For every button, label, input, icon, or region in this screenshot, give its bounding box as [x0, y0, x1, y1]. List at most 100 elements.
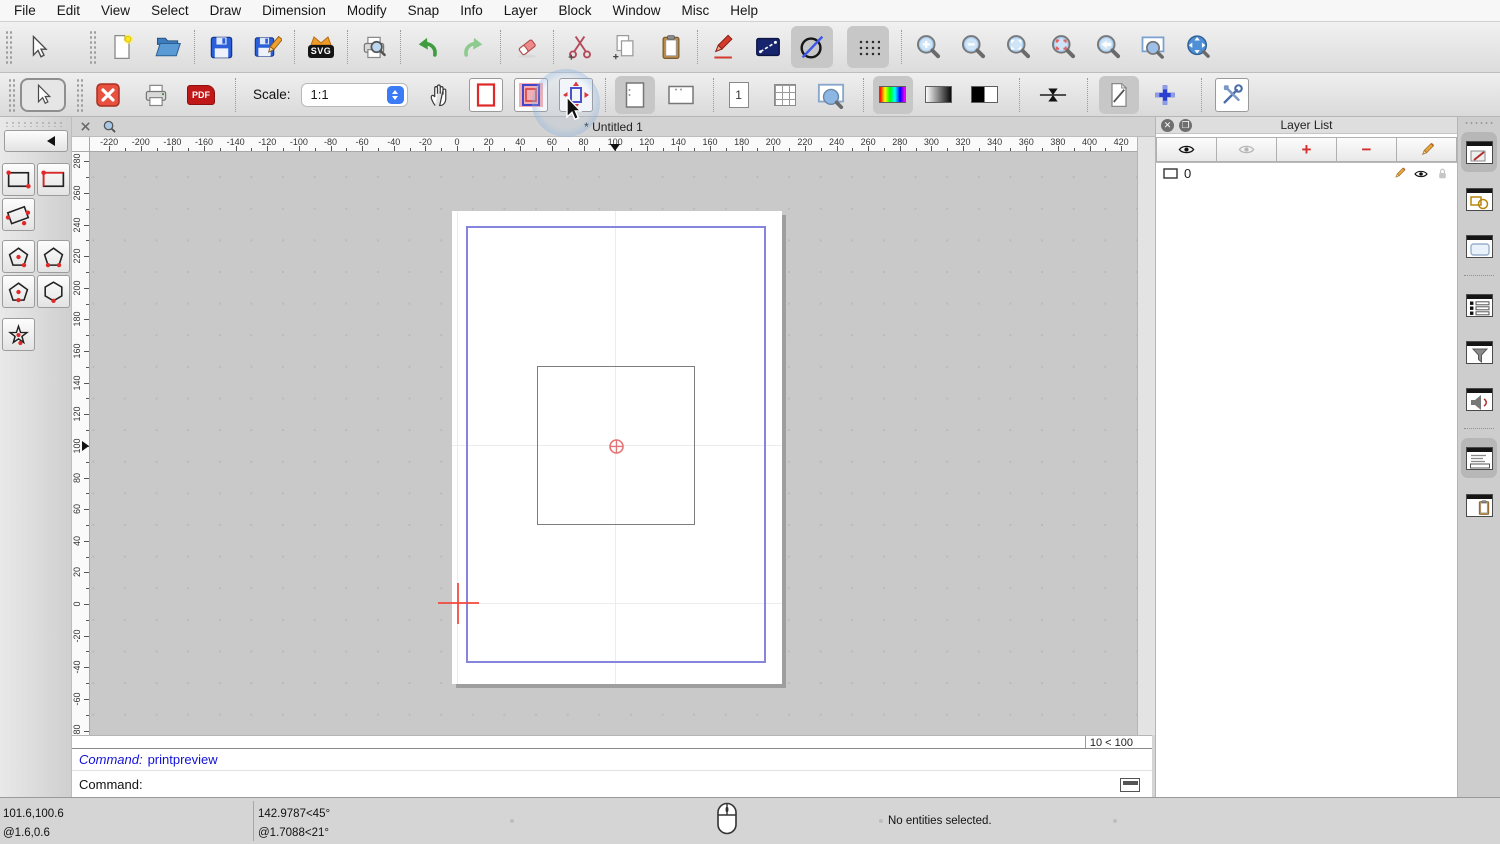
modify-layer-button[interactable] — [1397, 137, 1457, 162]
export-svg-button[interactable]: SVG — [300, 26, 342, 68]
portrait-orientation-button[interactable] — [615, 76, 655, 114]
menu-item-layer[interactable]: Layer — [504, 3, 538, 18]
select-cursor-button[interactable] — [17, 26, 59, 68]
layer-lock-icon[interactable] — [1435, 166, 1450, 181]
redo-button[interactable] — [453, 26, 495, 68]
eraser-button[interactable] — [506, 26, 548, 68]
dock-layer-list-button[interactable] — [1461, 285, 1497, 325]
rectangle-corner-size-button[interactable] — [37, 163, 70, 196]
remove-layer-button[interactable]: − — [1337, 137, 1397, 162]
pan-hand-button[interactable] — [420, 76, 460, 114]
dock-entity-filter-button[interactable] — [1461, 332, 1497, 372]
back-button[interactable] — [4, 130, 68, 152]
rectangle-2-corners-button[interactable] — [2, 163, 35, 196]
ruler-tick-minor — [378, 148, 379, 151]
save-as-button[interactable] — [247, 26, 289, 68]
zoom-page-button[interactable] — [811, 76, 851, 114]
save-button[interactable] — [200, 26, 242, 68]
paste-button[interactable] — [650, 26, 692, 68]
zoom-pan-button[interactable] — [1177, 26, 1219, 68]
print-button[interactable] — [136, 76, 176, 114]
toolbar-drag-handle[interactable] — [8, 78, 15, 112]
color-mode-button[interactable] — [873, 76, 913, 114]
close-print-preview-button[interactable] — [88, 76, 128, 114]
page-border-button[interactable] — [469, 78, 503, 112]
menu-item-modify[interactable]: Modify — [347, 3, 387, 18]
toolbar-drag-handle[interactable] — [89, 30, 96, 64]
dock-drag-handle[interactable] — [1464, 121, 1494, 126]
add-layer-button[interactable]: + — [1277, 137, 1337, 162]
vertical-scrollbar[interactable] — [1137, 137, 1155, 735]
menu-item-dimension[interactable]: Dimension — [262, 3, 326, 18]
export-pdf-button[interactable]: PDF — [181, 76, 221, 114]
landscape-orientation-button[interactable] — [661, 76, 701, 114]
line-width-scaling-button[interactable] — [1033, 76, 1073, 114]
line-attributes-button[interactable] — [747, 26, 789, 68]
menu-item-snap[interactable]: Snap — [408, 3, 440, 18]
dock-announce-button[interactable] — [1461, 379, 1497, 419]
stepper-icon[interactable] — [387, 86, 404, 104]
menu-item-draw[interactable]: Draw — [210, 3, 242, 18]
dock-pen-palette-button[interactable] — [1461, 132, 1497, 172]
menu-item-window[interactable]: Window — [613, 3, 661, 18]
blackwhite-mode-button[interactable] — [965, 76, 1005, 114]
toolbar-drag-handle[interactable] — [5, 30, 12, 64]
layer-row[interactable]: 0 — [1156, 163, 1457, 184]
copy-button[interactable] — [604, 26, 646, 68]
drawing-canvas[interactable] — [90, 152, 1137, 735]
tab-close-icon[interactable] — [80, 121, 91, 132]
multi-page-button[interactable] — [765, 76, 805, 114]
fit-to-page-button[interactable] — [514, 78, 548, 112]
panel-close-icon[interactable]: ✕ — [1161, 119, 1174, 132]
palette-drag-handle[interactable] — [4, 121, 66, 127]
grid-toggle-button[interactable] — [847, 26, 889, 68]
menu-item-view[interactable]: View — [101, 3, 130, 18]
new-document-button[interactable] — [101, 26, 143, 68]
menu-item-file[interactable]: File — [14, 3, 36, 18]
scale-select[interactable]: 1:1 — [301, 83, 408, 107]
settings-button[interactable] — [1215, 78, 1249, 112]
dock-clipboard-button[interactable] — [1461, 485, 1497, 525]
menu-item-help[interactable]: Help — [730, 3, 758, 18]
polygon-side-side-button[interactable] — [37, 275, 70, 308]
zoom-out-button[interactable] — [952, 26, 994, 68]
crosshair-button[interactable] — [1145, 76, 1185, 114]
zoom-previous-button[interactable] — [1087, 26, 1129, 68]
command-input-line[interactable]: Command: — [72, 770, 1152, 797]
rectangle-3-points-button[interactable] — [2, 198, 35, 231]
toolbar-drag-handle[interactable] — [76, 78, 83, 112]
undo-button[interactable] — [406, 26, 448, 68]
zoom-auto-button[interactable] — [997, 26, 1039, 68]
layer-edit-icon[interactable] — [1392, 166, 1407, 181]
menu-item-info[interactable]: Info — [460, 3, 483, 18]
cut-icon — [566, 33, 594, 61]
layer-visibility-icon[interactable] — [1413, 166, 1429, 182]
command-options-icon[interactable] — [1120, 778, 1140, 792]
dock-library-browser-button[interactable] — [1461, 226, 1497, 266]
menu-item-misc[interactable]: Misc — [682, 3, 710, 18]
show-all-layers-button[interactable] — [1156, 137, 1217, 162]
panel-float-icon[interactable]: ❐ — [1179, 119, 1192, 132]
zoom-window-button[interactable] — [1132, 26, 1174, 68]
grayscale-mode-button[interactable] — [919, 76, 959, 114]
dock-command-line-button[interactable] — [1461, 438, 1497, 478]
polygon-center-corner-button[interactable] — [2, 240, 35, 273]
pen-edit-button[interactable] — [703, 26, 745, 68]
current-tool-indicator[interactable] — [20, 78, 66, 112]
hide-all-layers-button[interactable] — [1217, 137, 1277, 162]
cut-button[interactable] — [559, 26, 601, 68]
menu-item-select[interactable]: Select — [151, 3, 189, 18]
single-page-button[interactable]: 1 — [719, 76, 759, 114]
polygon-2-corners-button[interactable] — [37, 240, 70, 273]
zoom-in-button[interactable] — [907, 26, 949, 68]
zoom-selected-button[interactable] — [1042, 26, 1084, 68]
star-button[interactable] — [2, 318, 35, 351]
menu-item-edit[interactable]: Edit — [57, 3, 80, 18]
polygon-center-tangent-button[interactable] — [2, 275, 35, 308]
print-preview-button[interactable] — [353, 26, 395, 68]
dock-block-list-button[interactable] — [1461, 179, 1497, 219]
circle-attributes-button[interactable] — [791, 26, 833, 68]
menu-item-block[interactable]: Block — [559, 3, 592, 18]
draft-mode-button[interactable] — [1099, 76, 1139, 114]
open-file-button[interactable] — [147, 26, 189, 68]
